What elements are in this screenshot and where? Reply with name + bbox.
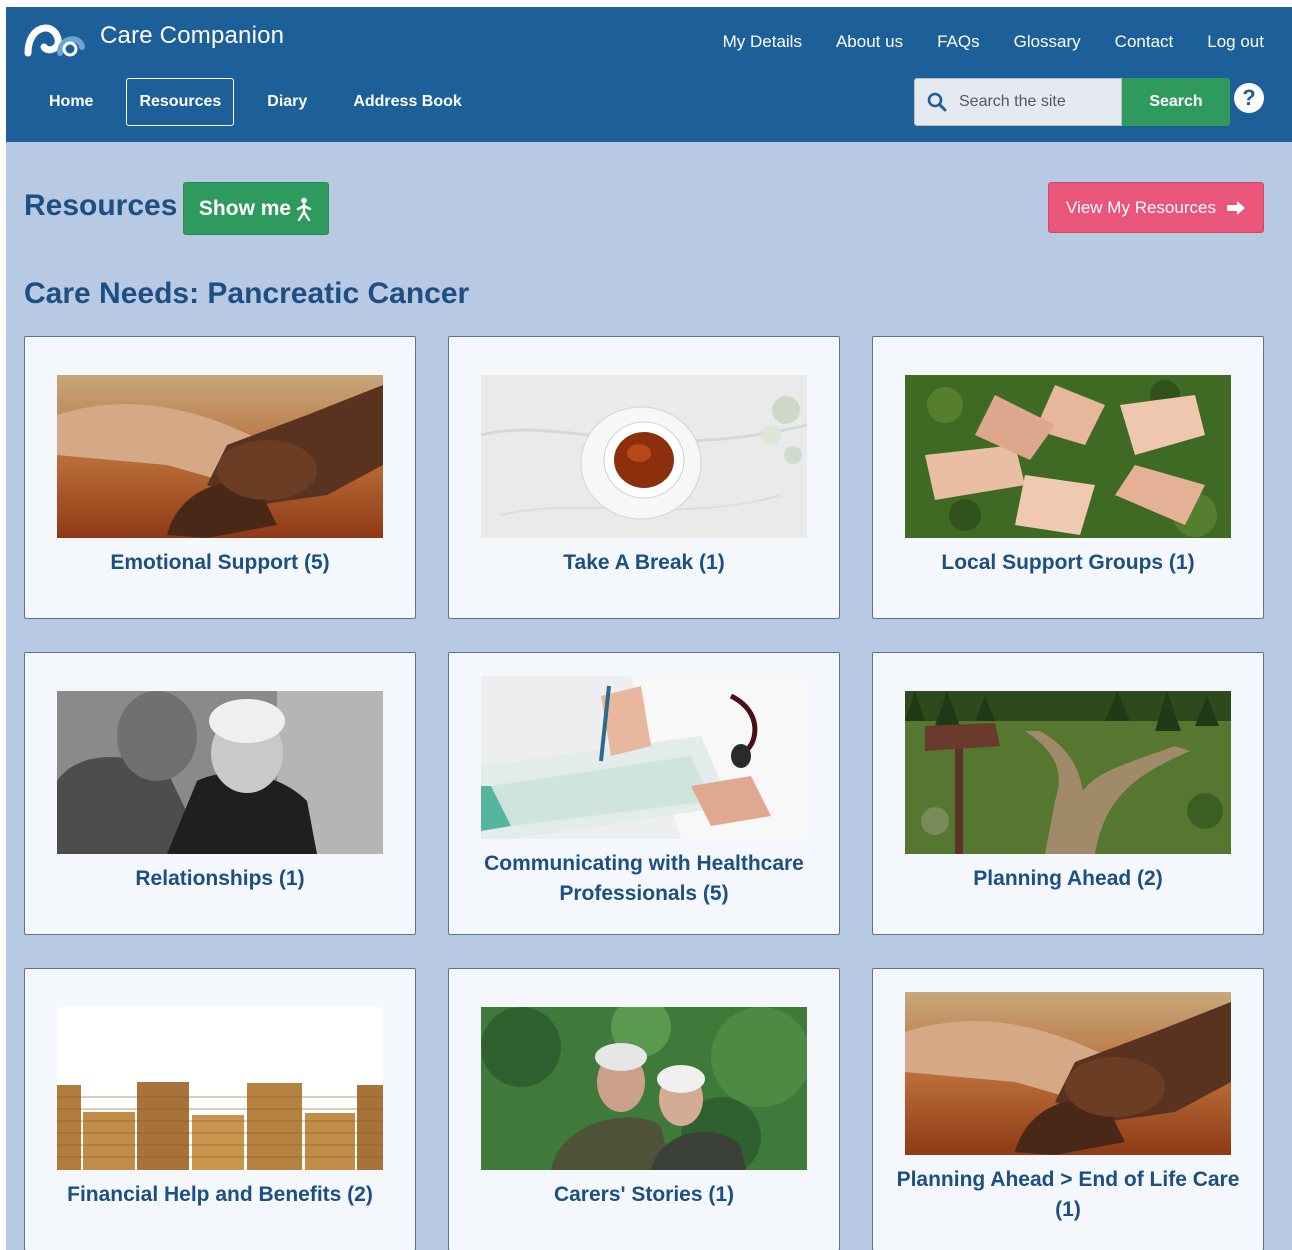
forked-path-photo (905, 691, 1231, 854)
care-companion-logo-icon (24, 13, 94, 59)
view-my-resources-button[interactable]: View My Resources (1048, 182, 1264, 233)
card-financial-help-and-benefits[interactable]: Financial Help and Benefits (2) (24, 968, 416, 1250)
nav-address-book[interactable]: Address Book (340, 78, 474, 126)
card-label: Planning Ahead (2) (973, 867, 1163, 890)
card-local-support-groups[interactable]: Local Support Groups (1) (872, 336, 1264, 619)
coin-stacks-photo (57, 1007, 383, 1170)
card-label: Local Support Groups (1) (941, 551, 1195, 574)
holding-hands-photo (905, 992, 1231, 1155)
site-header: Care Companion My Details About us FAQs … (6, 7, 1292, 142)
card-label: Take A Break (1) (563, 551, 725, 574)
top-nav-contact[interactable]: Contact (1115, 32, 1174, 52)
arrow-right-icon (1226, 200, 1245, 215)
older-couple-outdoors-photo (481, 1007, 807, 1170)
linked-hands-photo (905, 375, 1231, 538)
doctor-clipboard-photo (481, 676, 807, 839)
nav-diary[interactable]: Diary (254, 78, 320, 126)
card-communicating-with-healthcare-professionals[interactable]: Communicating with Healthcare Profession… (448, 652, 840, 935)
card-planning-ahead[interactable]: Planning Ahead (2) (872, 652, 1264, 935)
site-search: Search (914, 78, 1230, 126)
show-me-label: Show me (198, 196, 292, 220)
section-title: Care Needs: Pancreatic Cancer (24, 277, 470, 310)
card-planning-ahead-end-of-life-care[interactable]: Planning Ahead > End of Life Care (1) (872, 968, 1264, 1250)
top-nav: My Details About us FAQs Glossary Contac… (689, 32, 1264, 52)
page-frame: Care Companion My Details About us FAQs … (6, 7, 1292, 1250)
search-box (914, 78, 1122, 126)
nav-home[interactable]: Home (36, 78, 106, 126)
search-button[interactable]: Search (1122, 78, 1230, 126)
top-nav-about-us[interactable]: About us (836, 32, 903, 52)
top-nav-faqs[interactable]: FAQs (937, 32, 980, 52)
page-title: Resources (24, 189, 178, 222)
card-label: Relationships (1) (135, 867, 305, 890)
card-carers-stories[interactable]: Carers' Stories (1) (448, 968, 840, 1250)
card-emotional-support[interactable]: Emotional Support (5) (24, 336, 416, 619)
main-nav: Home Resources Diary Address Book (36, 78, 495, 126)
nav-resources[interactable]: Resources (126, 78, 235, 126)
top-nav-glossary[interactable]: Glossary (1014, 32, 1081, 52)
tea-cup-photo (481, 375, 807, 538)
card-label: Planning Ahead > End of Life Care (1) (896, 1168, 1240, 1221)
search-input[interactable] (959, 93, 1109, 111)
card-label: Communicating with Healthcare Profession… (484, 852, 804, 905)
card-label: Financial Help and Benefits (2) (67, 1183, 373, 1206)
card-label: Carers' Stories (1) (553, 1183, 735, 1206)
show-me-button[interactable]: Show me (183, 182, 329, 235)
card-label: Emotional Support (5) (110, 551, 330, 574)
older-couple-bw-photo (57, 691, 383, 854)
brand-logo[interactable]: Care Companion (24, 13, 284, 59)
brand-name: Care Companion (100, 22, 285, 49)
top-nav-log-out[interactable]: Log out (1207, 32, 1264, 52)
holding-hands-photo (57, 375, 383, 538)
search-icon (927, 92, 947, 112)
top-nav-my-details[interactable]: My Details (723, 32, 802, 52)
card-relationships[interactable]: Relationships (1) (24, 652, 416, 935)
help-icon[interactable]: ? (1234, 83, 1264, 113)
walking-person-icon (296, 197, 312, 221)
view-my-resources-label: View My Resources (1066, 197, 1216, 217)
card-take-a-break[interactable]: Take A Break (1) (448, 336, 840, 619)
